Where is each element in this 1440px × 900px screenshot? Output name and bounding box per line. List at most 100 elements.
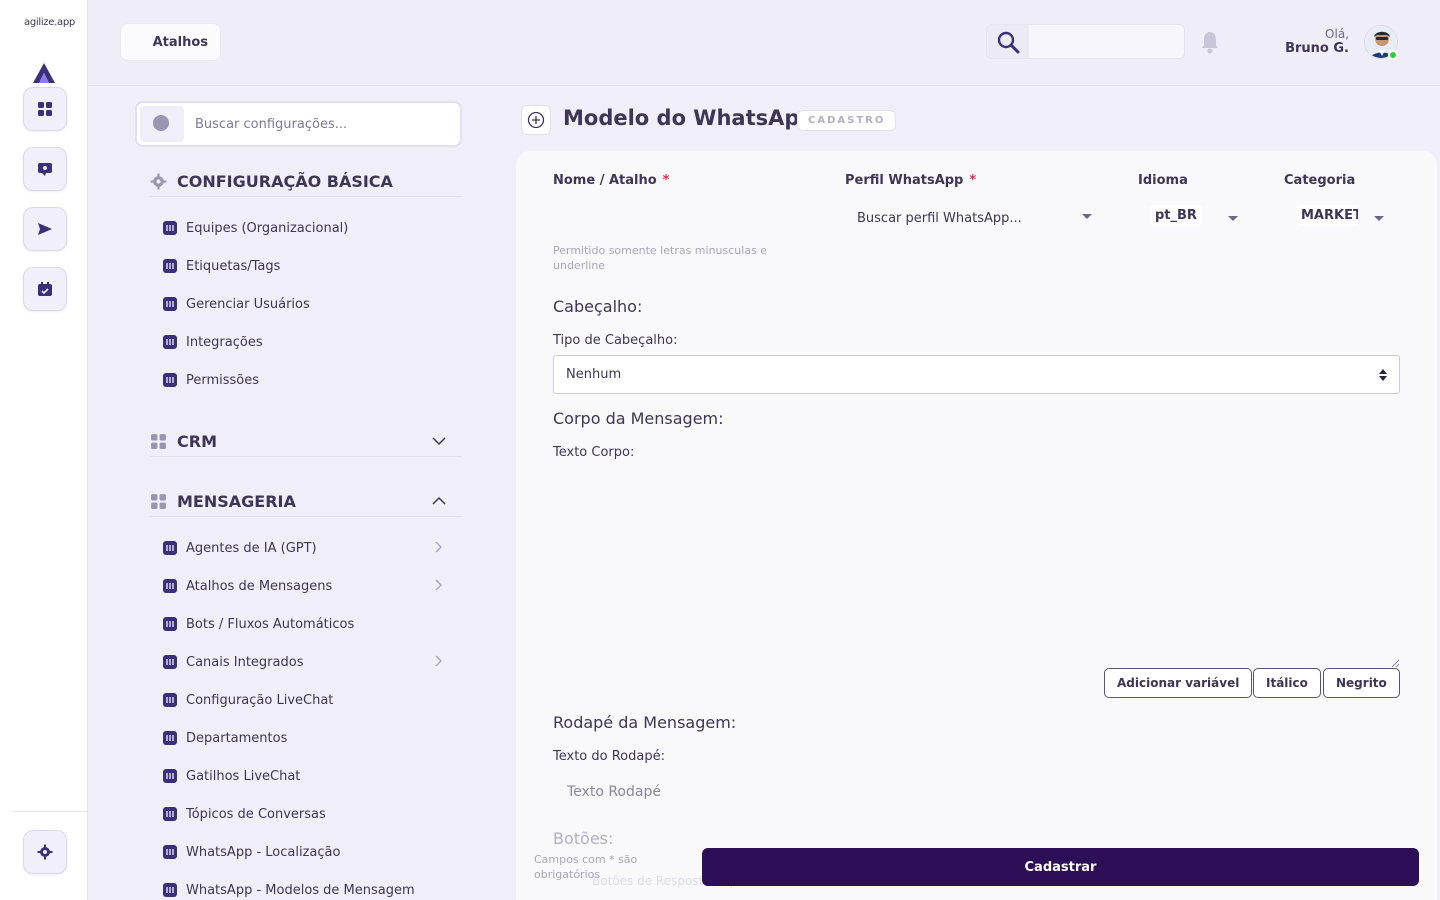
- menu-item-ai-agents[interactable]: Agentes de IA (GPT): [163, 537, 453, 559]
- settings-item-icon: [163, 617, 177, 631]
- profile-select[interactable]: Buscar perfil WhatsApp...: [857, 209, 1097, 227]
- chevron-right-icon: [435, 655, 442, 667]
- chat-icon: [38, 163, 52, 176]
- online-status-dot: [1388, 50, 1398, 60]
- required-mark: *: [662, 173, 670, 188]
- menu-item-channels[interactable]: Canais Integrados: [163, 651, 453, 673]
- caret-down-icon[interactable]: [1082, 214, 1092, 219]
- settings-item-icon: [163, 655, 177, 669]
- caret-down-icon[interactable]: [1374, 216, 1384, 221]
- header-type-select[interactable]: Nenhum: [553, 355, 1400, 394]
- menu-item-label: Gerenciar Usuários: [186, 296, 310, 312]
- body-textarea[interactable]: [553, 468, 1400, 668]
- name-field[interactable]: [553, 200, 798, 234]
- section-messaging[interactable]: MENSAGERIA: [150, 487, 462, 517]
- menu-item-users[interactable]: Gerenciar Usuários: [163, 293, 453, 315]
- profile-placeholder: Buscar perfil WhatsApp...: [857, 210, 1022, 226]
- search-icon: [140, 106, 184, 142]
- settings-item-icon: [163, 373, 177, 387]
- header-section-title: Cabeçalho:: [553, 297, 643, 316]
- body-section-title: Corpo da Mensagem:: [553, 409, 724, 428]
- category-value: MARKETI: [1296, 205, 1358, 226]
- menu-item-label: Equipes (Organizacional): [186, 220, 349, 236]
- menu-item-message-shortcuts[interactable]: Atalhos de Mensagens: [163, 575, 453, 597]
- footer-text-input[interactable]: [553, 775, 953, 809]
- gear-icon: [37, 844, 53, 860]
- grid-icon: [151, 434, 166, 449]
- menu-item-whatsapp-templates[interactable]: WhatsApp - Modelos de Mensagem: [163, 879, 453, 900]
- grid-icon: [38, 102, 52, 116]
- settings-item-icon: [163, 807, 177, 821]
- top-bar: Atalhos Olá, Bruno G.: [88, 0, 1440, 86]
- settings-search[interactable]: [135, 101, 462, 147]
- menu-item-permissions[interactable]: Permissões: [163, 369, 453, 391]
- sort-arrows-icon: [1379, 369, 1387, 381]
- category-select[interactable]: MARKETI: [1296, 205, 1358, 226]
- menu-item-bots[interactable]: Bots / Fluxos Automáticos: [163, 613, 453, 635]
- search-icon[interactable]: [987, 25, 1029, 58]
- chat-button[interactable]: [23, 147, 67, 191]
- menu-item-label: Canais Integrados: [186, 654, 304, 670]
- chevron-up-icon[interactable]: [432, 494, 446, 508]
- section-title: CRM: [177, 432, 217, 451]
- brand-mark-icon[interactable]: [32, 62, 56, 84]
- settings-item-icon: [163, 259, 177, 273]
- settings-item-icon: [163, 731, 177, 745]
- menu-item-label: Agentes de IA (GPT): [186, 540, 317, 556]
- caret-down-icon[interactable]: [1228, 216, 1238, 221]
- footer-section-title: Rodapé da Mensagem:: [553, 713, 737, 732]
- resize-handle-icon[interactable]: [1390, 658, 1400, 668]
- greeting-text: Olá,: [1325, 27, 1349, 41]
- body-text-label: Texto Corpo:: [553, 445, 635, 460]
- settings-item-icon: [163, 297, 177, 311]
- section-crm[interactable]: CRM: [150, 427, 462, 457]
- menu-item-whatsapp-location[interactable]: WhatsApp - Localização: [163, 841, 453, 863]
- required-fields-note: Campos com * são obrigatórios: [534, 853, 638, 881]
- user-name[interactable]: Bruno G.: [1285, 41, 1349, 56]
- menu-item-label: Departamentos: [186, 730, 288, 746]
- menu-item-teams[interactable]: Equipes (Organizacional): [163, 217, 453, 239]
- settings-button[interactable]: [23, 830, 67, 874]
- menu-item-label: Atalhos de Mensagens: [186, 578, 333, 594]
- grid-icon: [151, 494, 166, 509]
- language-select[interactable]: pt_BR: [1150, 205, 1202, 226]
- menu-item-livechat-triggers[interactable]: Gatilhos LiveChat: [163, 765, 453, 787]
- settings-item-icon: [163, 335, 177, 349]
- menu-item-label: Permissões: [186, 372, 260, 388]
- submit-button[interactable]: Cadastrar: [702, 848, 1419, 886]
- app-logo[interactable]: agilize.app: [24, 17, 75, 28]
- chevron-right-icon: [435, 579, 442, 591]
- menu-item-conversation-topics[interactable]: Tópicos de Conversas: [163, 803, 453, 825]
- left-rail: agilize.app: [0, 0, 88, 900]
- settings-search-input[interactable]: [195, 111, 445, 137]
- calendar-icon: [38, 282, 52, 296]
- language-label: Idioma: [1138, 173, 1188, 188]
- chevron-down-icon[interactable]: [432, 434, 446, 448]
- settings-item-icon: [163, 845, 177, 859]
- dashboard-button[interactable]: [23, 87, 67, 131]
- mode-badge: CADASTRO: [797, 110, 897, 131]
- menu-item-tags[interactable]: Etiquetas/Tags: [163, 255, 453, 277]
- menu-item-label: Etiquetas/Tags: [186, 258, 281, 274]
- menu-item-label: WhatsApp - Localização: [186, 844, 341, 860]
- send-button[interactable]: [23, 207, 67, 251]
- section-basic-config[interactable]: CONFIGURAÇÃO BÁSICA: [150, 167, 462, 197]
- add-button[interactable]: [521, 105, 551, 135]
- chevron-right-icon: [435, 541, 442, 553]
- bold-button[interactable]: Negrito: [1323, 668, 1400, 698]
- bell-icon[interactable]: [1200, 30, 1220, 54]
- name-label: Nome / Atalho *: [553, 173, 669, 188]
- shortcuts-button[interactable]: Atalhos: [120, 23, 221, 61]
- menu-item-label: WhatsApp - Modelos de Mensagem: [186, 882, 415, 898]
- menu-item-livechat-config[interactable]: Configuração LiveChat: [163, 689, 453, 711]
- global-search-input[interactable]: [1031, 29, 1179, 54]
- menu-item-label: Gatilhos LiveChat: [186, 768, 301, 784]
- menu-item-departments[interactable]: Departamentos: [163, 727, 453, 749]
- menu-item-integrations[interactable]: Integrações: [163, 331, 453, 353]
- header-type-value: Nenhum: [566, 367, 622, 382]
- add-variable-button[interactable]: Adicionar variável: [1104, 668, 1253, 698]
- calendar-button[interactable]: [23, 267, 67, 311]
- italic-button[interactable]: Itálico: [1253, 668, 1321, 698]
- global-search[interactable]: [986, 24, 1185, 59]
- settings-item-icon: [163, 541, 177, 555]
